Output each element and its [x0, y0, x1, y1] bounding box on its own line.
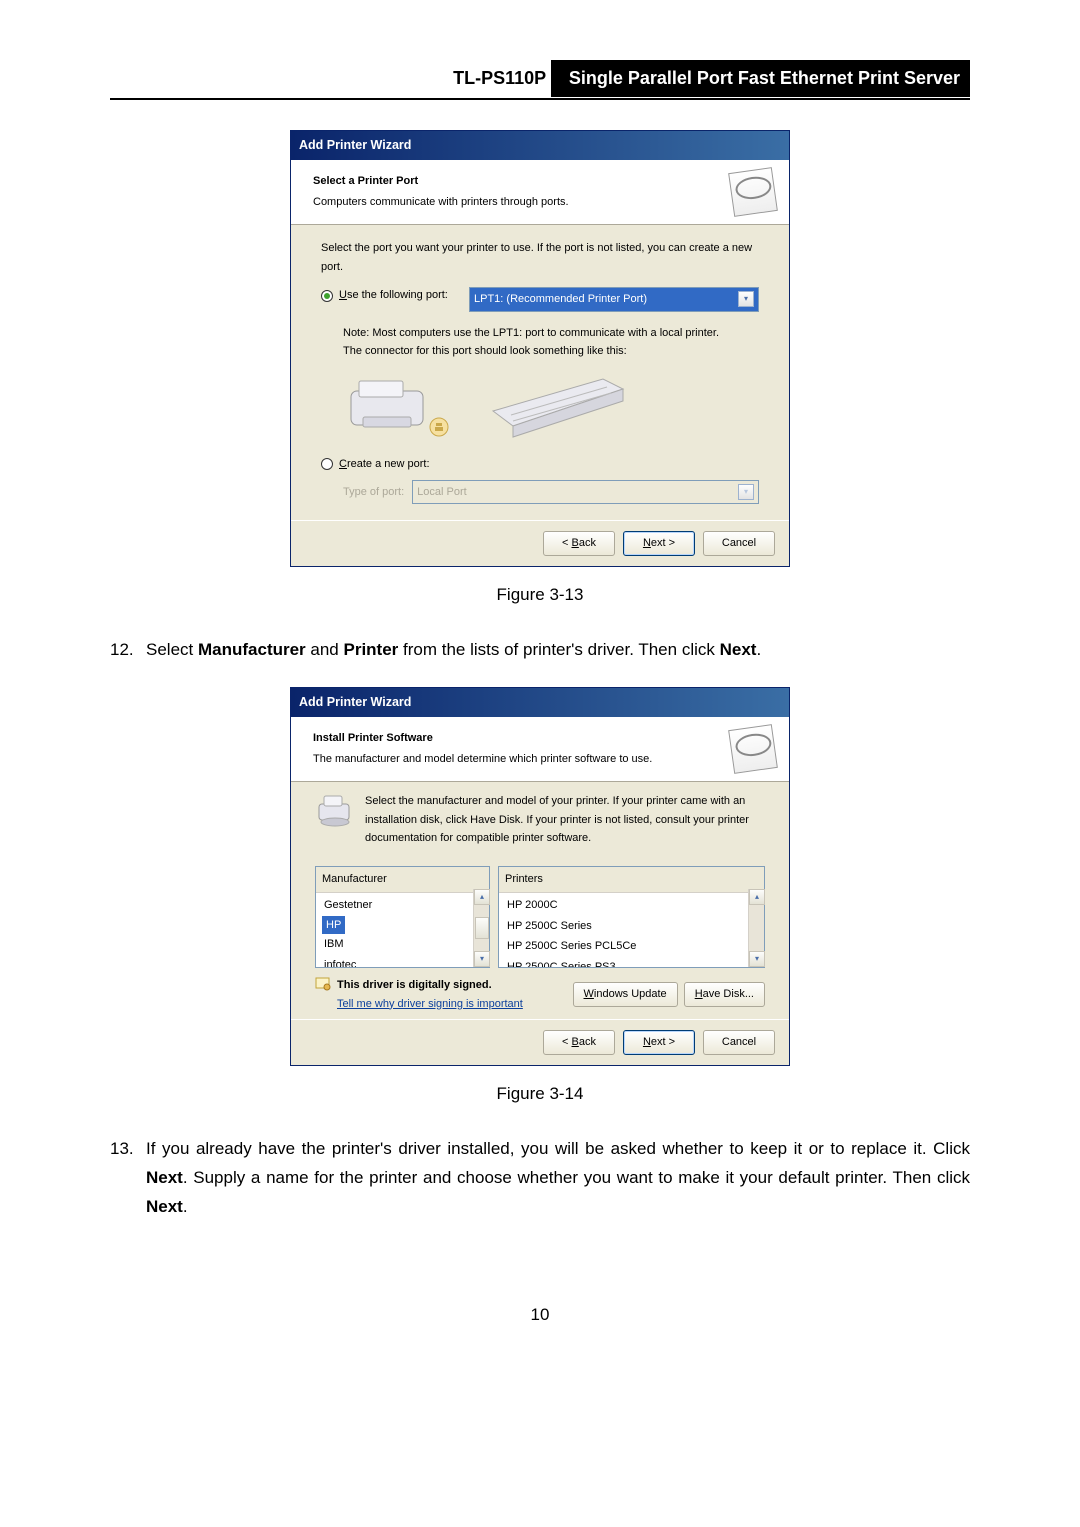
manufacturer-list[interactable]: Manufacturer GestetnerHPIBMinfotecIwatsu…	[315, 866, 490, 968]
create-port-radio-row[interactable]: Create a new port:	[321, 455, 759, 474]
list-item-selected[interactable]: HP	[322, 916, 345, 935]
printers-list[interactable]: Printers HP 2000CHP 2500C SeriesHP 2500C…	[498, 866, 765, 968]
step-number: 12.	[110, 636, 140, 665]
dialog-header: Install Printer Software The manufacture…	[291, 717, 789, 782]
printer-icon	[728, 724, 778, 774]
step-12: 12. Select Manufacturer and Printer from…	[110, 636, 970, 665]
list-item[interactable]: IBM	[316, 934, 489, 955]
dialog-install-printer-software: Add Printer Wizard Install Printer Softw…	[290, 687, 790, 1066]
step-13: 13. If you already have the printer's dr…	[110, 1135, 970, 1222]
cancel-button[interactable]: Cancel	[703, 531, 775, 556]
type-of-port-dropdown: Local Port ▾	[412, 480, 759, 505]
certificate-icon	[315, 976, 331, 992]
page-number: 10	[110, 1301, 970, 1330]
dialog-header-title: Install Printer Software	[313, 729, 731, 748]
scroll-up-icon[interactable]: ▴	[474, 889, 490, 905]
dialog-button-row: < Back Next > Cancel	[291, 520, 789, 566]
product-title: Single Parallel Port Fast Ethernet Print…	[551, 60, 970, 97]
type-of-port-value: Local Port	[417, 483, 467, 502]
scrollbar[interactable]: ▴ ▾	[473, 889, 489, 967]
port-illustrations	[343, 371, 759, 441]
scroll-up-icon[interactable]: ▴	[749, 889, 765, 905]
dialog-header: Select a Printer Port Computers communic…	[291, 160, 789, 225]
step-13-text: If you already have the printer's driver…	[146, 1135, 970, 1222]
chevron-down-icon[interactable]: ▾	[738, 291, 754, 307]
dialog-header-subtitle: Computers communicate with printers thro…	[313, 193, 731, 212]
scroll-down-icon[interactable]: ▾	[474, 951, 490, 967]
signed-text: This driver is digitally signed.	[337, 976, 523, 995]
scroll-thumb[interactable]	[475, 917, 489, 939]
back-button[interactable]: < Back	[543, 531, 615, 556]
printer-small-icon	[315, 792, 355, 828]
document-header: TL-PS110P Single Parallel Port Fast Ethe…	[110, 60, 970, 100]
driver-signing-link[interactable]: Tell me why driver signing is important	[337, 995, 523, 1014]
type-of-port-label: Type of port:	[343, 483, 404, 502]
list-item[interactable]: infotec	[316, 955, 489, 967]
dialog-intro-text: Select the port you want your printer to…	[321, 239, 759, 276]
figure-caption-1: Figure 3-13	[110, 581, 970, 610]
list-item[interactable]: Gestetner	[316, 895, 489, 916]
install-description: Select the manufacturer and model of you…	[315, 792, 765, 848]
dialog-header-title: Select a Printer Port	[313, 172, 731, 191]
use-port-label: Use the following port:	[339, 286, 448, 305]
dialog-button-row: < Back Next > Cancel	[291, 1019, 789, 1065]
note-line-2: The connector for this port should look …	[343, 342, 759, 361]
have-disk-button[interactable]: Have Disk...	[684, 982, 765, 1007]
manufacturer-header: Manufacturer	[316, 867, 489, 893]
note-block: Note: Most computers use the LPT1: port …	[343, 324, 759, 361]
scrollbar[interactable]: ▴ ▾	[748, 889, 764, 967]
step-number: 13.	[110, 1135, 140, 1222]
port-value: LPT1: (Recommended Printer Port)	[474, 290, 647, 309]
dialog-header-subtitle: The manufacturer and model determine whi…	[313, 750, 731, 769]
list-item[interactable]: HP 2500C Series PS3	[499, 957, 764, 967]
cancel-button[interactable]: Cancel	[703, 1030, 775, 1055]
back-button[interactable]: < Back	[543, 1030, 615, 1055]
radio-unchecked-icon	[321, 458, 333, 470]
windows-update-button[interactable]: Windows Update	[573, 982, 678, 1007]
list-item[interactable]: HP 2500C Series PCL5Ce	[499, 936, 764, 957]
list-item[interactable]: HP 2500C Series	[499, 916, 764, 937]
install-desc-text: Select the manufacturer and model of you…	[365, 792, 765, 848]
printer-illustration	[343, 371, 453, 441]
port-connector-illustration	[483, 371, 633, 441]
next-button[interactable]: Next >	[623, 531, 695, 556]
radio-checked-icon	[321, 290, 333, 302]
chevron-down-icon: ▾	[738, 484, 754, 500]
model-label: TL-PS110P	[453, 63, 546, 94]
list-item[interactable]: HP 2000C	[499, 895, 764, 916]
dialog-titlebar: Add Printer Wizard	[291, 131, 789, 160]
step-12-text: Select Manufacturer and Printer from the…	[146, 636, 970, 665]
dialog-titlebar: Add Printer Wizard	[291, 688, 789, 717]
printers-header: Printers	[499, 867, 764, 893]
printer-icon	[728, 167, 778, 217]
create-port-label: Create a new port:	[339, 455, 430, 474]
scroll-down-icon[interactable]: ▾	[749, 951, 765, 967]
dialog-select-port: Add Printer Wizard Select a Printer Port…	[290, 130, 790, 567]
next-button[interactable]: Next >	[623, 1030, 695, 1055]
note-line-1: Note: Most computers use the LPT1: port …	[343, 324, 759, 343]
figure-caption-2: Figure 3-14	[110, 1080, 970, 1109]
